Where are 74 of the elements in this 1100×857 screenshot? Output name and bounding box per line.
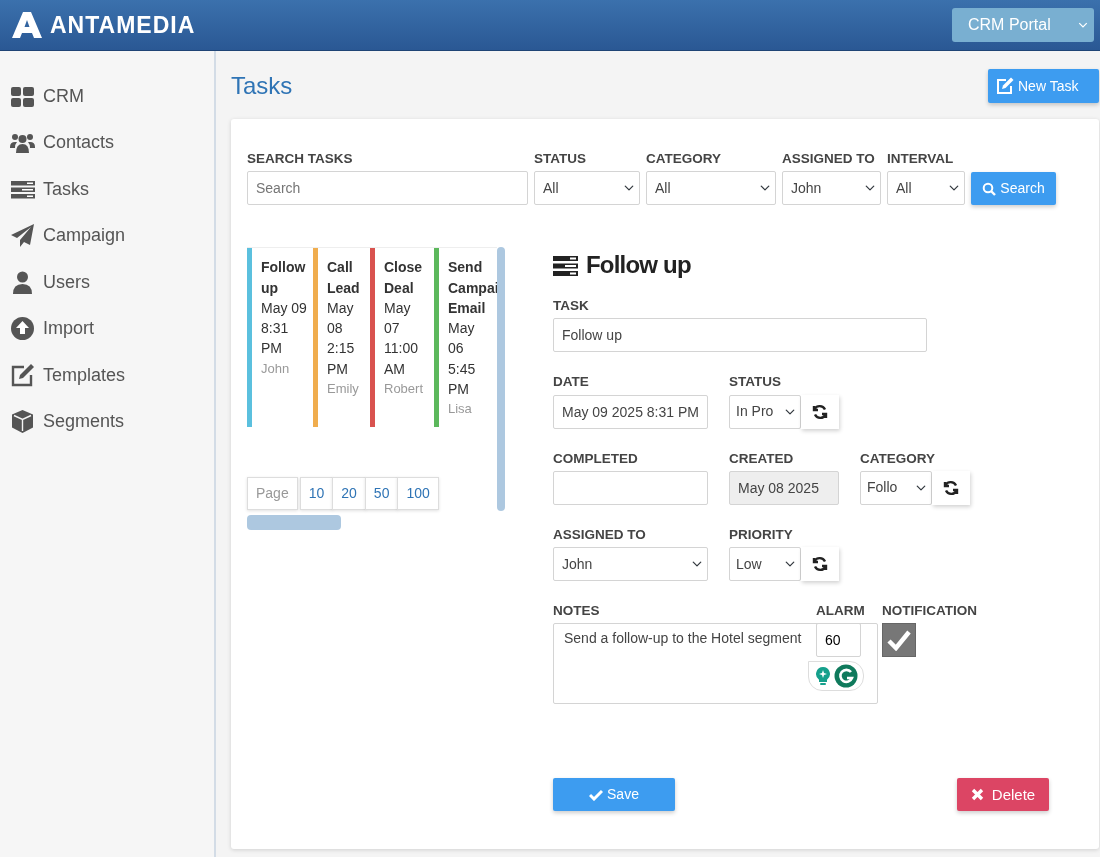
page-size-link[interactable]: 50: [364, 477, 399, 511]
select-field[interactable]: John: [553, 547, 708, 582]
sidebar-item[interactable]: Templates: [43, 361, 126, 389]
page-title: Tasks: [231, 71, 293, 101]
text-field[interactable]: May 09 2025 8:31 PM: [553, 394, 708, 429]
refresh-button[interactable]: [801, 394, 839, 429]
text-field[interactable]: [553, 470, 708, 505]
page-size-link[interactable]: 20: [332, 477, 366, 511]
vertical-scrollbar[interactable]: [497, 247, 505, 512]
filter-select[interactable]: All: [887, 171, 965, 206]
horizontal-scrollbar[interactable]: [247, 515, 341, 531]
delete-button[interactable]: Delete: [957, 778, 1049, 812]
brand-name: ANTAMEDIA: [50, 10, 196, 40]
check-icon: [887, 629, 911, 652]
edit-icon: [996, 77, 1014, 95]
filter-select[interactable]: John: [782, 171, 881, 206]
field-label: ASSIGNED TO: [782, 150, 875, 168]
logo-icon: [12, 12, 42, 38]
refresh-icon: [812, 556, 828, 573]
select-field[interactable]: In Pro: [729, 394, 801, 429]
field-label: NOTIFICATION: [882, 602, 977, 621]
select-field[interactable]: Low: [729, 547, 801, 582]
refresh-icon: [812, 403, 828, 420]
field-label: ALARM: [816, 602, 865, 621]
user-icon: [10, 269, 35, 295]
field-label: STATUS: [729, 373, 781, 392]
sidebar-item[interactable]: CRM: [43, 82, 84, 110]
writing-assistant-badge[interactable]: [808, 661, 864, 692]
detail-heading: Follow up: [586, 251, 691, 281]
field-label: ASSIGNED TO: [553, 525, 646, 544]
refresh-button[interactable]: [801, 547, 839, 582]
page-size-link[interactable]: 10: [299, 477, 334, 511]
field-label: PRIORITY: [729, 525, 793, 544]
text-field[interactable]: Follow up: [553, 318, 927, 353]
lightbulb-icon: [814, 666, 831, 687]
tasks-icon: [553, 254, 578, 277]
field-label: CATEGORY: [646, 150, 721, 168]
sidebar-item[interactable]: Tasks: [43, 175, 89, 203]
filter-select[interactable]: All: [534, 171, 640, 206]
sidebar-item[interactable]: Users: [43, 268, 90, 296]
field-label: NOTES: [553, 602, 600, 621]
field-label: CREATED: [729, 449, 794, 468]
field-label: COMPLETED: [553, 449, 638, 468]
task-card[interactable]: Close Deal May 07 11:00 AM Robert: [370, 248, 434, 428]
cube-icon: [10, 409, 35, 435]
refresh-button[interactable]: [932, 470, 970, 505]
page-label: Page: [247, 477, 298, 511]
upload-icon: [10, 316, 35, 342]
check-icon: [589, 788, 604, 801]
g-logo-icon: [833, 664, 858, 689]
paper-plane-icon: [10, 223, 35, 249]
field-label: SEARCH TASKS: [247, 150, 353, 168]
sidebar-item[interactable]: Contacts: [43, 129, 115, 157]
field-label: INTERVAL: [887, 150, 954, 168]
field-label: TASK: [553, 297, 589, 316]
sidebar-item[interactable]: Import: [43, 315, 94, 343]
page-size-link[interactable]: 100: [397, 477, 439, 511]
refresh-icon: [943, 479, 959, 496]
alarm-field[interactable]: 60: [816, 623, 861, 658]
sidebar-item[interactable]: Campaign: [43, 222, 126, 250]
edit-icon: [10, 362, 35, 388]
filter-select[interactable]: All: [646, 171, 776, 206]
search-field[interactable]: Search: [247, 171, 528, 206]
field-label: CATEGORY: [860, 449, 935, 468]
sidebar-item[interactable]: Segments: [43, 408, 125, 436]
close-icon: [970, 788, 984, 802]
task-card[interactable]: Call Lead May 08 2:15 PM Emily: [313, 248, 370, 428]
search-icon: [982, 181, 997, 196]
notification-checkbox[interactable]: [882, 623, 916, 658]
field-label: STATUS: [534, 150, 586, 168]
task-card[interactable]: Follow up May 09 8:31 PM John: [247, 248, 313, 428]
field-label: DATE: [553, 373, 589, 392]
select-field[interactable]: Follo: [860, 470, 932, 505]
text-field[interactable]: May 08 2025: [729, 470, 839, 505]
